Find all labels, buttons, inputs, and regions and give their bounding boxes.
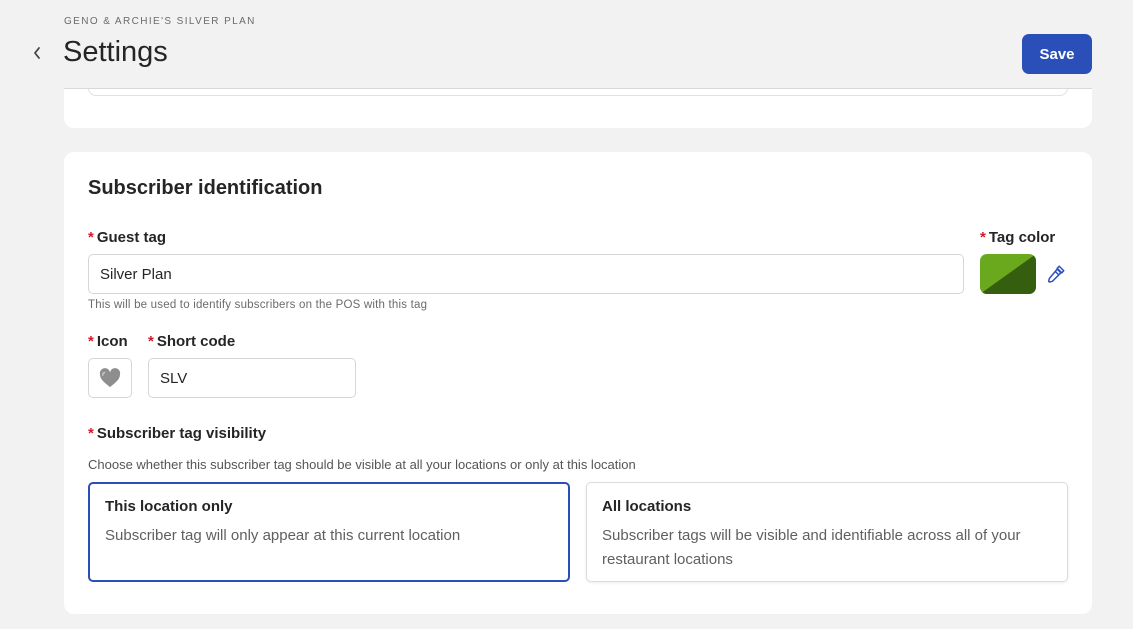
subscriber-identification-card: Subscriber identification *Guest tag Thi… (64, 152, 1092, 614)
short-code-label: * Short code (148, 333, 236, 350)
required-mark: * (980, 229, 986, 246)
visibility-description: Choose whether this subscriber tag shoul… (88, 457, 636, 472)
tag-color-label: * Tag color (980, 229, 1056, 246)
header-divider (64, 88, 1092, 89)
page-title: Settings (63, 36, 168, 68)
visibility-label: * Subscriber tag visibility (88, 425, 267, 442)
guest-tag-input[interactable] (88, 254, 964, 294)
option-title: All locations (602, 498, 692, 515)
save-button[interactable]: Save (1022, 34, 1092, 74)
option-title: This location only (105, 498, 233, 515)
section-title: Subscriber identification (88, 177, 323, 199)
plan-breadcrumb: GENO & ARCHIE'S SILVER PLAN (64, 16, 256, 27)
required-mark: * (88, 229, 94, 246)
chevron-left-icon (34, 47, 40, 59)
guest-tag-hint: This will be used to identify subscriber… (88, 299, 428, 311)
grey-heart-icon (99, 368, 121, 388)
required-mark: * (148, 333, 154, 350)
eyedropper-icon[interactable] (1045, 263, 1067, 285)
required-mark: * (88, 333, 94, 350)
short-code-input[interactable] (148, 358, 356, 398)
back-button[interactable] (26, 42, 48, 64)
page-header: GENO & ARCHIE'S SILVER PLAN Settings Sav… (0, 0, 1133, 88)
option-description: Subscriber tag will only appear at this … (105, 527, 461, 544)
option-all-locations[interactable]: All locations Subscriber tags will be vi… (586, 482, 1068, 582)
guest-tag-label: * Guest tag (88, 229, 167, 246)
icon-label: * Icon (88, 333, 128, 350)
icon-picker-button[interactable] (88, 358, 132, 398)
option-description: Subscriber tags will be visible and iden… (602, 527, 1021, 568)
color-swatch-graphic (980, 254, 1036, 294)
required-mark: * (88, 425, 94, 442)
option-this-location-only[interactable]: This location only Subscriber tag will o… (88, 482, 570, 582)
tag-color-swatch[interactable] (980, 254, 1036, 294)
